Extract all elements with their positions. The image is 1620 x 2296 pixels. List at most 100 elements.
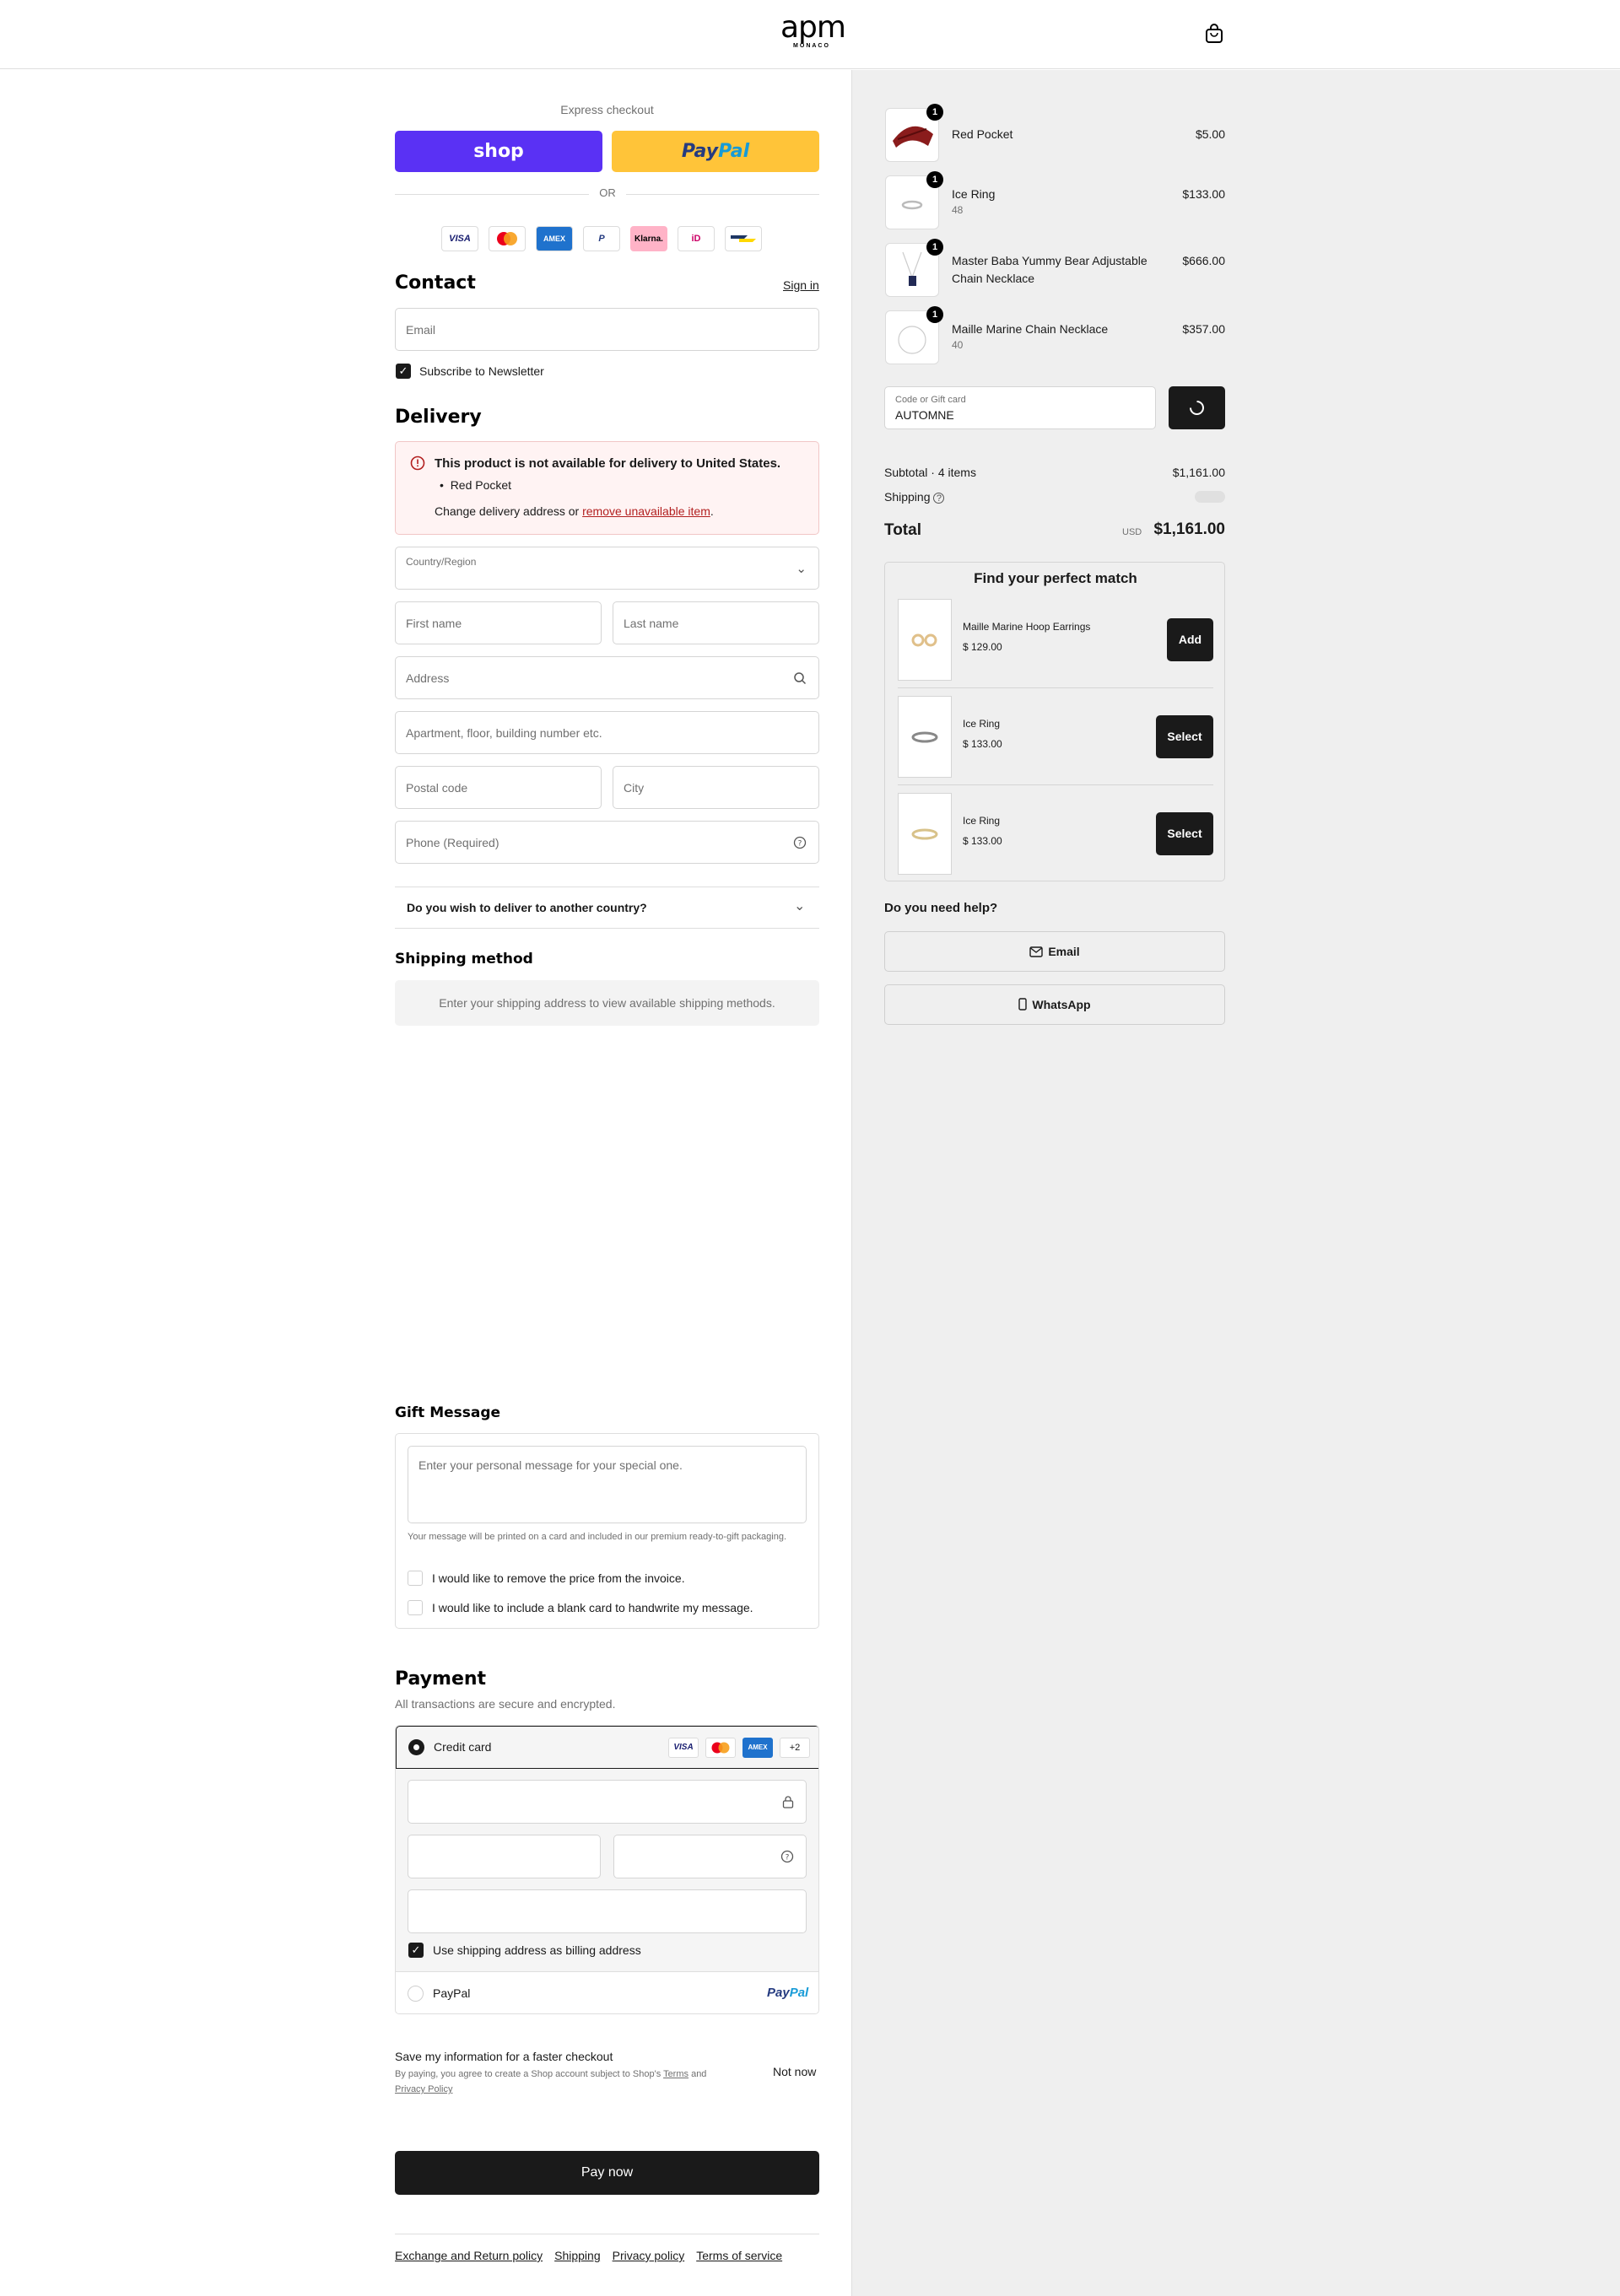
- gift-message-note: Your message will be printed on a card a…: [408, 1532, 787, 1542]
- paypal-option[interactable]: PayPal PayPal: [396, 1971, 818, 2013]
- total-label: Total: [884, 521, 921, 539]
- cart-item-price: $133.00: [1182, 187, 1225, 201]
- cart-item-price: $666.00: [1182, 254, 1225, 267]
- help-title: Do you need help?: [884, 901, 998, 915]
- help-circle-icon[interactable]: ?: [780, 1850, 794, 1863]
- last-name-field[interactable]: Last name: [613, 601, 819, 644]
- credit-card-option[interactable]: Credit card VISA AMEX +2: [396, 1726, 818, 1769]
- brand-logo[interactable]: apm MONACO: [780, 10, 846, 50]
- billing-same-label: Use shipping address as billing address: [433, 1943, 641, 1957]
- ideal-icon: iD: [678, 226, 715, 251]
- lock-icon: [782, 1796, 794, 1808]
- email-help-button[interactable]: Email: [884, 931, 1225, 972]
- newsletter-checkbox[interactable]: ✓: [396, 364, 411, 379]
- help-circle-icon[interactable]: ?: [933, 493, 945, 504]
- pay-now-button[interactable]: Pay now: [395, 2151, 819, 2195]
- paypal-express-button[interactable]: PayPal: [612, 131, 819, 172]
- card-expiry-field[interactable]: [408, 1835, 601, 1878]
- recommendation-name: Maille Marine Hoop Earrings: [963, 621, 1091, 633]
- total-value: $1,161.00: [1153, 520, 1225, 538]
- divider: [626, 194, 819, 195]
- chevron-down-icon: ⌄: [796, 561, 807, 576]
- shipping-method-heading: Shipping method: [395, 951, 533, 967]
- blank-card-checkbox[interactable]: [408, 1600, 423, 1615]
- mail-icon: [1029, 946, 1044, 957]
- discount-code-field[interactable]: Code or Gift card AUTOMNE: [884, 386, 1156, 429]
- cart-item-variant: 48: [952, 204, 964, 216]
- recommendation-name: Ice Ring: [963, 815, 1001, 827]
- deliver-another-country-toggle[interactable]: Do you wish to deliver to another countr…: [407, 901, 647, 914]
- first-name-field[interactable]: First name: [395, 601, 602, 644]
- divider: [395, 928, 819, 929]
- express-checkout-title: Express checkout: [560, 103, 654, 116]
- blank-card-label: I would like to include a blank card to …: [432, 1601, 753, 1614]
- recommendation-price: $ 133.00: [963, 738, 1002, 750]
- product-thumbnail: [898, 793, 952, 875]
- credit-card-radio[interactable]: [408, 1739, 424, 1755]
- terms-link[interactable]: Terms: [663, 2069, 688, 2079]
- privacy-link[interactable]: Privacy Policy: [395, 2084, 452, 2094]
- discount-code-label: Code or Gift card: [895, 395, 966, 405]
- alert-text: Change delivery address or remove unavai…: [435, 504, 714, 518]
- currency-label: USD: [1122, 527, 1142, 537]
- delivery-unavailable-alert: This product is not available for delive…: [395, 441, 819, 535]
- not-now-button[interactable]: Not now: [773, 2065, 816, 2078]
- product-thumbnail: [898, 599, 952, 681]
- gift-message-textarea[interactable]: Enter your personal message for your spe…: [408, 1446, 807, 1523]
- klarna-icon: Klarna.: [630, 226, 667, 251]
- cart-item-name: Ice Ring: [952, 187, 996, 201]
- address-field[interactable]: Address: [395, 656, 819, 699]
- sign-in-link[interactable]: Sign in: [783, 278, 819, 292]
- shopping-bag-icon[interactable]: [1205, 24, 1223, 44]
- logo-text: apm: [780, 10, 846, 45]
- recommendation-name: Ice Ring: [963, 718, 1001, 730]
- postal-code-field[interactable]: Postal code: [395, 766, 602, 809]
- select-recommendation-button[interactable]: Select: [1156, 812, 1213, 855]
- cart-item-name: Master Baba Yummy Bear Adjustable: [952, 254, 1148, 267]
- discount-code-value: AUTOMNE: [895, 408, 954, 422]
- shipping-link[interactable]: Shipping: [554, 2249, 601, 2262]
- mastercard-icon: [705, 1738, 736, 1758]
- city-field[interactable]: City: [613, 766, 819, 809]
- cart-item-price: $357.00: [1182, 322, 1225, 336]
- quantity-badge: 1: [926, 104, 943, 121]
- mastercard-icon: [489, 226, 526, 251]
- apply-code-button[interactable]: [1169, 386, 1225, 429]
- add-recommendation-button[interactable]: Add: [1167, 618, 1213, 661]
- cart-item-name: Maille Marine Chain Necklace: [952, 322, 1109, 336]
- contact-heading: Contact: [395, 272, 476, 294]
- paypal-radio[interactable]: [408, 1986, 424, 2002]
- subtotal-label: Subtotal · 4 items: [884, 466, 976, 479]
- card-number-field[interactable]: [408, 1780, 807, 1824]
- help-circle-icon[interactable]: ?: [793, 836, 807, 849]
- card-name-field[interactable]: [408, 1889, 807, 1933]
- divider: [395, 194, 589, 195]
- recommendation-price: $ 133.00: [963, 835, 1002, 847]
- paypal-icon: P: [583, 226, 620, 251]
- chevron-down-icon[interactable]: ⌄: [794, 897, 805, 914]
- site-header: apm MONACO: [0, 0, 1620, 69]
- email-field[interactable]: Email: [395, 308, 819, 351]
- divider: [898, 687, 1213, 688]
- phone-field[interactable]: Phone (Required) ?: [395, 821, 819, 864]
- remove-price-checkbox[interactable]: [408, 1571, 423, 1586]
- payment-methods-row: VISA AMEX P Klarna. iD: [441, 226, 762, 251]
- terms-of-service-link[interactable]: Terms of service: [696, 2249, 782, 2262]
- exchange-return-link[interactable]: Exchange and Return policy: [395, 2249, 543, 2262]
- select-recommendation-button[interactable]: Select: [1156, 715, 1213, 758]
- recommendations-box: Find your perfect match Maille Marine Ho…: [884, 562, 1225, 881]
- card-cvv-field[interactable]: ?: [613, 1835, 807, 1878]
- loading-spinner-icon: [1190, 401, 1204, 415]
- remove-item-link[interactable]: remove unavailable item: [582, 504, 710, 518]
- privacy-policy-link[interactable]: Privacy policy: [613, 2249, 685, 2262]
- alert-title: This product is not available for delive…: [435, 456, 781, 471]
- phone-icon: [1018, 998, 1028, 1011]
- whatsapp-help-button[interactable]: WhatsApp: [884, 984, 1225, 1025]
- billing-same-checkbox[interactable]: ✓: [408, 1943, 424, 1958]
- quantity-badge: 1: [926, 171, 943, 188]
- paypal-label: PayPal: [433, 1986, 471, 2000]
- apartment-field[interactable]: Apartment, floor, building number etc.: [395, 711, 819, 754]
- country-select[interactable]: Country/Region ⌄: [395, 547, 819, 590]
- shop-pay-button[interactable]: shop: [395, 131, 602, 172]
- gift-message-heading: Gift Message: [395, 1404, 501, 1421]
